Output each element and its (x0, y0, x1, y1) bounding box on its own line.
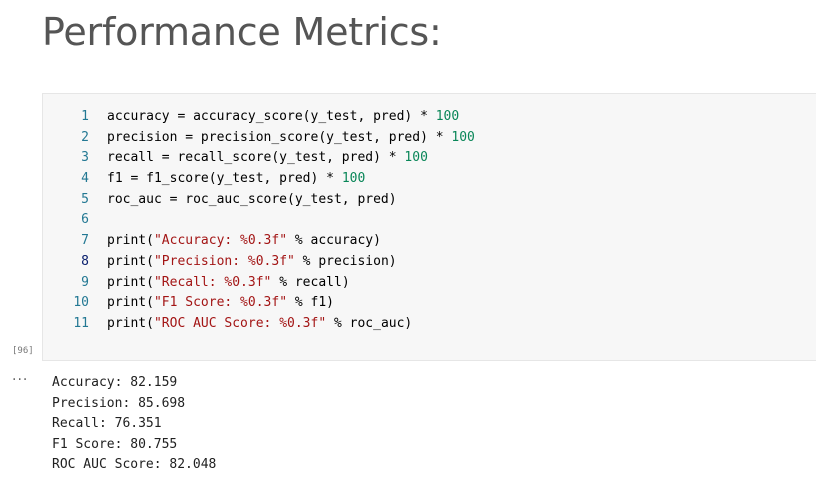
code-text: print("Recall: %0.3f" % recall) (107, 273, 350, 294)
code-token: % f1) (287, 295, 334, 311)
code-line[interactable]: 1 accuracy = accuracy_score(y_test, pred)… (43, 107, 459, 128)
code-token: print( (107, 253, 154, 269)
code-lines: 1 accuracy = accuracy_score(y_test, pred)… (43, 107, 475, 335)
code-token: accuracy = accuracy_score(y_test, pred) … (107, 109, 436, 124)
line-number: 8 (81, 253, 89, 269)
line-number: 5 (81, 191, 89, 207)
code-token: % accuracy) (287, 233, 381, 249)
line-number: 9 (81, 274, 89, 290)
code-line[interactable]: 10 print("F1 Score: %0.3f" % f1) (43, 293, 334, 314)
code-token: print( (107, 233, 154, 249)
line-number: 11 (73, 315, 89, 331)
code-token: roc_auc = roc_auc_score(y_test, pred) (107, 191, 397, 207)
code-line[interactable]: 4 f1 = f1_score(y_test, pred) * 100 (43, 169, 365, 190)
code-text: print("ROC AUC Score: %0.3f" % roc_auc) (107, 314, 412, 335)
code-line[interactable]: 3 recall = recall_score(y_test, pred) * 1… (43, 148, 428, 169)
code-string-token: "F1 Score: %0.3f" (153, 295, 288, 311)
code-text: print("F1 Score: %0.3f" % f1) (107, 293, 334, 314)
code-text: recall = recall_score(y_test, pred) * 10… (107, 148, 428, 169)
line-number: 7 (81, 233, 89, 249)
code-text: f1 = f1_score(y_test, pred) * 100 (107, 169, 365, 190)
line-number: 3 (81, 150, 89, 166)
code-token: print( (107, 274, 154, 290)
line-number: 2 (81, 129, 89, 145)
code-number-token: 100 (451, 129, 475, 145)
code-string-token: "Recall: %0.3f" (153, 274, 272, 290)
markdown-heading: Performance Metrics: (42, 10, 442, 54)
code-text: precision = precision_score(y_test, pred… (107, 128, 475, 149)
code-line[interactable]: 5 roc_auc = roc_auc_score(y_test, pred) (43, 190, 396, 211)
code-string-token: "Precision: %0.3f" (153, 253, 295, 269)
output-line: Accuracy: 82.159 (52, 375, 178, 390)
code-token: precision = precision_score(y_test, pred… (107, 129, 452, 145)
output-line: Precision: 85.698 (52, 395, 186, 411)
code-text: accuracy = accuracy_score(y_test, pred) … (107, 107, 459, 128)
code-text: roc_auc = roc_auc_score(y_test, pred) (107, 190, 397, 211)
code-line[interactable]: 8 print("Precision: %0.3f" % precision) (43, 252, 396, 273)
code-line[interactable]: 9 print("Recall: %0.3f" % recall) (43, 273, 349, 294)
code-token: f1 = f1_score(y_test, pred) * (107, 171, 342, 187)
code-token: % precision) (294, 253, 397, 269)
code-string-token: "Accuracy: %0.3f" (153, 233, 288, 249)
code-number-token: 100 (435, 109, 460, 124)
code-token: print( (107, 295, 154, 311)
code-line[interactable]: 2 precision = precision_score(y_test, pre… (43, 128, 475, 149)
code-text: print("Precision: %0.3f" % precision) (107, 252, 397, 273)
line-number: 6 (81, 212, 89, 228)
output-line: ROC AUC Score: 82.048 (52, 457, 217, 473)
code-line[interactable]: 11 print("ROC AUC Score: %0.3f" % roc_auc… (43, 314, 412, 335)
code-token: % roc_auc) (326, 315, 413, 331)
code-line[interactable]: 7 print("Accuracy: %0.3f" % accuracy) (43, 231, 381, 252)
line-number: 4 (81, 171, 89, 187)
code-token: % recall) (271, 274, 350, 290)
code-token: print( (107, 315, 154, 331)
execution-count: [96] (12, 346, 34, 356)
cell-output: Accuracy: 82.159 Precision: 85.698 Recall:… (52, 373, 216, 476)
output-more-actions-icon[interactable]: ··· (12, 372, 28, 388)
line-number: 1 (81, 109, 89, 124)
code-line[interactable]: 6 (43, 210, 89, 231)
output-line: Recall: 76.351 (52, 416, 162, 432)
code-token: recall = recall_score(y_test, pred) * (107, 150, 405, 166)
code-number-token: 100 (341, 171, 366, 187)
code-text: print("Accuracy: %0.3f" % accuracy) (107, 231, 381, 252)
output-line: F1 Score: 80.755 (52, 436, 178, 452)
code-string-token: "ROC AUC Score: %0.3f" (153, 315, 327, 331)
line-number: 10 (73, 295, 89, 311)
code-number-token: 100 (404, 150, 428, 166)
code-cell-editor[interactable]: 1 accuracy = accuracy_score(y_test, pred)… (42, 93, 816, 361)
